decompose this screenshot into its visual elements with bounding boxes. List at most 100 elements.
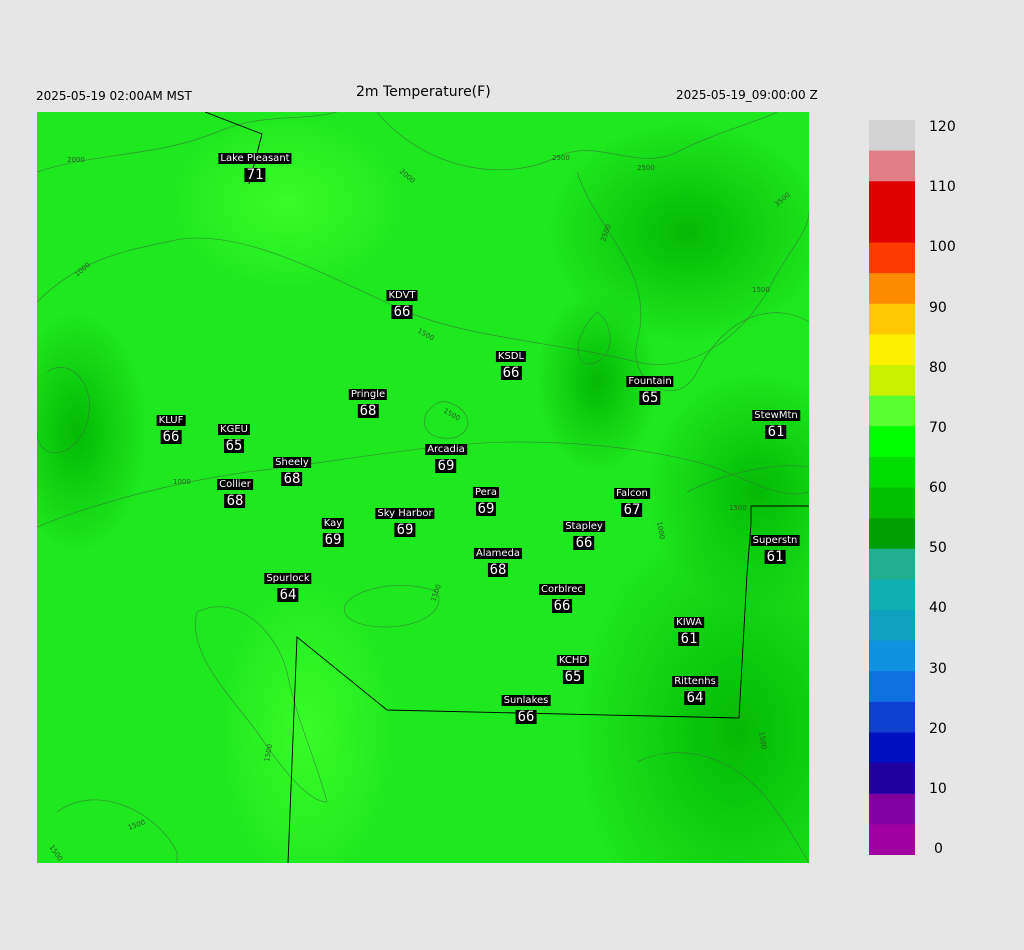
station-name: Stapley: [563, 521, 605, 532]
contour-label: 1500: [442, 407, 461, 423]
contour-label: 1000: [73, 261, 92, 279]
contour-label: 1500: [429, 583, 443, 602]
station-name: StewMtn: [752, 410, 800, 421]
colorbar-band: [869, 640, 915, 672]
station-temperature: 65: [562, 669, 584, 685]
temperature-colorbar: [869, 120, 915, 855]
station-temperature: 66: [391, 304, 413, 320]
station-marker: Stapley 66: [563, 514, 605, 550]
station-marker: Pringle 68: [348, 382, 388, 418]
colorbar-tick-label: 10: [929, 780, 947, 797]
station-marker: StewMtn 61: [752, 403, 800, 439]
colorbar-tick-label: 20: [929, 720, 947, 737]
station-marker: KDVT 66: [386, 283, 418, 320]
colorbar-tick-label: 120: [929, 119, 956, 135]
station-name: Rittenhs: [672, 676, 718, 687]
colorbar-tick-label: 40: [929, 600, 947, 617]
station-temperature: 68: [281, 471, 303, 487]
colorbar-tick-label: 110: [929, 179, 956, 196]
station-marker: Sunlakes 66: [501, 688, 551, 724]
station-temperature: 64: [277, 587, 299, 603]
station-name: KCHD: [556, 655, 590, 666]
station-temperature: 66: [160, 429, 182, 445]
station-name: Falcon: [614, 488, 650, 499]
station-temperature: 64: [684, 690, 706, 706]
station-name: Superstn: [750, 535, 800, 546]
station-name: KIWA: [674, 617, 704, 628]
station-marker: Collier 68: [217, 472, 253, 508]
station-temperature: 71: [244, 167, 266, 183]
contour-label: 1500: [729, 504, 747, 512]
station-marker: KGEU 65: [218, 417, 250, 453]
station-temperature: 66: [551, 598, 573, 614]
local-time-label: 2025-05-19 02:00AM MST: [36, 89, 192, 103]
station-temperature: 69: [435, 458, 457, 474]
station-marker: Kay 69: [321, 511, 345, 548]
station-name: KDVT: [386, 290, 418, 301]
contour-label: 1500: [416, 327, 435, 343]
station-marker: Fountain 65: [626, 369, 674, 405]
station-marker: KLUF 66: [156, 408, 186, 445]
station-name: Alameda: [473, 548, 523, 559]
contour-label: 1500: [47, 844, 64, 863]
station-name: Arcadia: [425, 444, 467, 455]
colorbar-band: [869, 579, 915, 611]
colorbar-tick-label: 50: [929, 540, 947, 557]
station-marker: Lake Pleasant 71: [218, 146, 292, 183]
station-name: Lake Pleasant: [218, 153, 292, 164]
colorbar-band: [869, 763, 915, 795]
colorbar-band: [869, 120, 915, 152]
colorbar-tick-label: 60: [929, 480, 947, 496]
colorbar-band: [869, 548, 915, 580]
colorbar-tick-label: 100: [929, 239, 956, 256]
colorbar-band: [869, 303, 915, 335]
station-name: Spurlock: [264, 573, 312, 584]
station-temperature: 61: [765, 424, 787, 440]
station-temperature: 67: [621, 502, 643, 518]
colorbar-band: [869, 150, 915, 182]
map-background: 2000 2000 2500 2500 2500 3500 1500 1500 …: [37, 112, 809, 863]
colorbar-band: [869, 426, 915, 458]
station-marker: Rittenhs 64: [672, 669, 718, 705]
station-name: KLUF: [156, 415, 186, 426]
station-marker: Pera 69: [472, 480, 500, 516]
contour-label: 2500: [552, 154, 570, 162]
colorbar-tick-label: 70: [929, 419, 947, 436]
station-name: Collier: [217, 479, 253, 490]
contour-label: 1500: [752, 286, 770, 294]
station-marker: Falcon 67: [614, 481, 650, 517]
colorbar-band: [869, 273, 915, 305]
colorbar-band: [869, 610, 915, 642]
colorbar-band: [869, 395, 915, 427]
station-name: Pera: [472, 487, 500, 498]
station-temperature: 66: [573, 535, 595, 551]
station-temperature: 69: [322, 532, 344, 548]
station-name: Fountain: [626, 376, 674, 387]
colorbar-band: [869, 701, 915, 733]
colorbar-tick-label: 90: [929, 299, 947, 316]
colorbar-band: [869, 181, 915, 243]
station-marker: KSDL 66: [495, 344, 527, 380]
colorbar-tick-label: 80: [929, 359, 947, 376]
colorbar-band: [869, 242, 915, 274]
station-temperature: 69: [394, 522, 416, 538]
station-marker: Spurlock 64: [264, 566, 312, 603]
colorbar-band: [869, 334, 915, 366]
station-temperature: 68: [487, 562, 509, 578]
station-name: Corblrec: [539, 584, 585, 595]
temperature-map: 2000 2000 2500 2500 2500 3500 1500 1500 …: [37, 112, 809, 863]
map-title: 2m Temperature(F): [356, 84, 491, 100]
station-temperature: 61: [678, 631, 700, 647]
utc-time-label: 2025-05-19_09:00:00 Z: [676, 88, 818, 102]
colorbar-band: [869, 824, 915, 855]
colorbar-tick-label: 30: [929, 660, 947, 677]
colorbar-band: [869, 793, 915, 825]
station-name: Sunlakes: [501, 695, 551, 706]
station-marker: Sheely 68: [273, 450, 311, 486]
station-temperature: 68: [224, 493, 246, 509]
contour-label: 1500: [127, 818, 146, 832]
station-marker: Sky Harbor 69: [375, 501, 435, 538]
station-name: KGEU: [218, 424, 250, 435]
colorbar-band: [869, 365, 915, 397]
station-temperature: 61: [764, 549, 786, 565]
